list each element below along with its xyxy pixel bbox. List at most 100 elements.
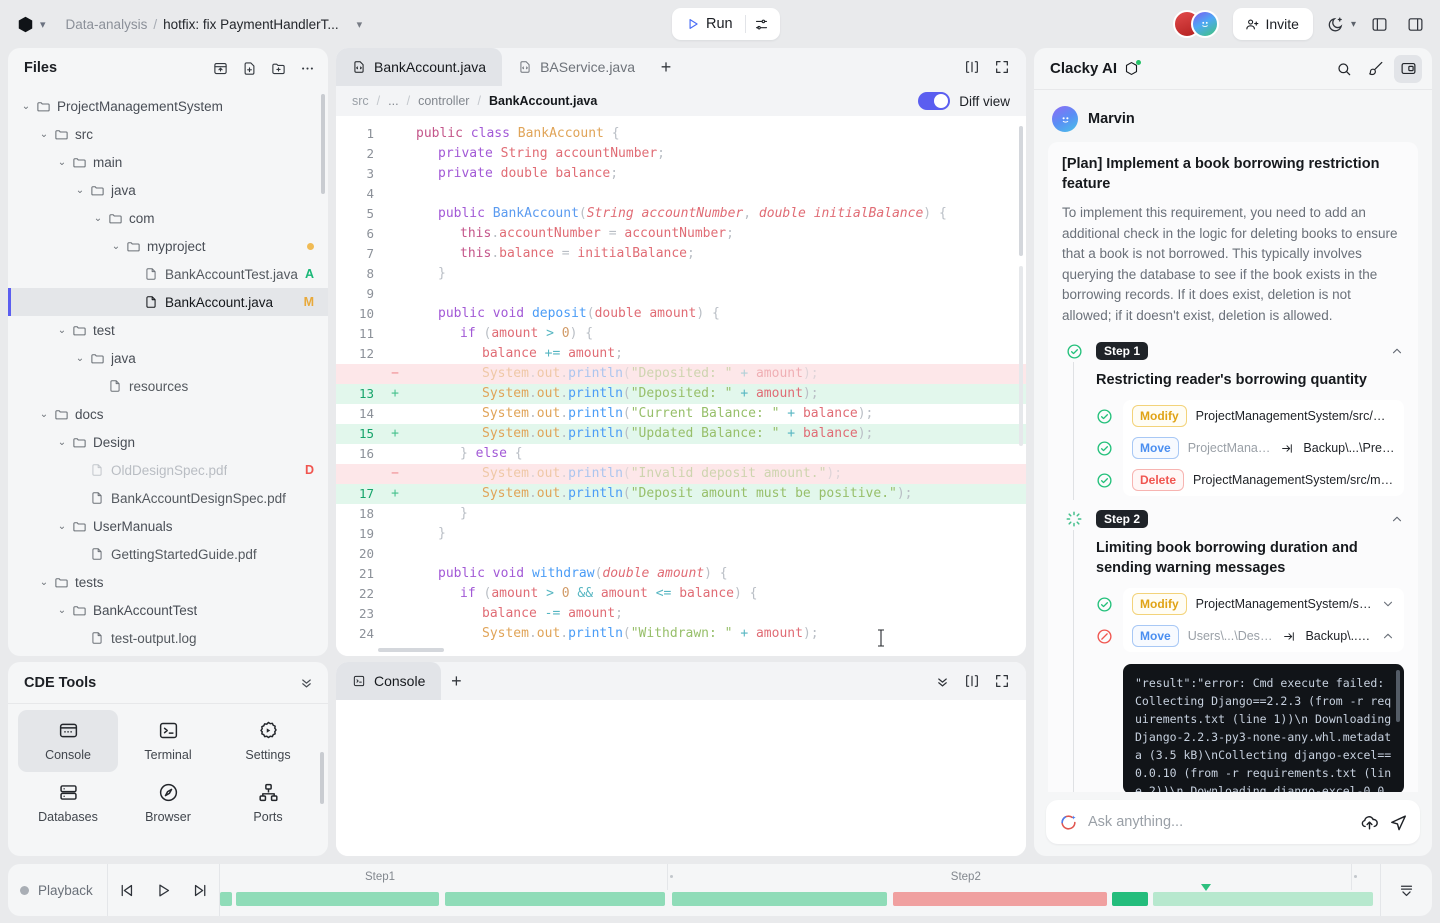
breadcrumb-branch[interactable]: hotfix: fix PaymentHandlerT... <box>163 17 339 32</box>
playback-timeline[interactable]: Step1 Step2 <box>220 864 1380 916</box>
cde-tools-scrollbar[interactable] <box>320 752 324 804</box>
ai-operation-card[interactable]: Delete ProjectManagementSystem/src/main/j… <box>1123 464 1404 496</box>
editor-breadcrumb-item[interactable]: controller <box>418 94 469 108</box>
code-line[interactable]: 21 public void withdraw(double amount) { <box>336 564 1026 584</box>
playback-segment[interactable] <box>236 892 440 906</box>
code-line[interactable]: 1 public class BankAccount { <box>336 124 1026 144</box>
playback-segment[interactable] <box>1152 892 1374 906</box>
code-line[interactable]: 2 private String accountNumber; <box>336 144 1026 164</box>
editor-tab-bankaccount-java[interactable]: BankAccount.java <box>336 48 503 86</box>
skip-back-icon[interactable] <box>118 882 135 899</box>
code-line[interactable]: 14 System.out.println("Current Balance: "… <box>336 404 1026 424</box>
code-line[interactable]: 24 System.out.println("Withdrawn: " + amo… <box>336 624 1026 644</box>
tree-folder-row[interactable]: ⌄ tests <box>8 568 328 596</box>
code-line[interactable]: 22 if (amount > 0 && amount <= balance) { <box>336 584 1026 604</box>
tree-file-row[interactable]: OldDesignSpec.pdf D <box>8 456 328 484</box>
editor-breadcrumb-item[interactable]: src <box>352 94 369 108</box>
chevron-down-icon[interactable]: ⌄ <box>36 409 52 420</box>
playback-segment[interactable] <box>672 892 887 906</box>
code-scrollbar-track[interactable] <box>1019 266 1023 446</box>
tree-file-row[interactable]: test-output.log <box>8 624 328 652</box>
chevron-down-icon[interactable]: ⌄ <box>108 241 124 252</box>
code-line[interactable]: 19} <box>336 524 1026 544</box>
tree-folder-row[interactable]: ⌄ docs <box>8 400 328 428</box>
skip-forward-icon[interactable] <box>192 882 209 899</box>
tree-file-row[interactable]: BankAccount.java M <box>8 288 328 316</box>
invite-button[interactable]: Invite <box>1232 8 1313 40</box>
code-line[interactable]: 7 this.balance = initialBalance; <box>336 244 1026 264</box>
chevron-down-icon[interactable]: ⌄ <box>54 605 70 616</box>
breadcrumb-project[interactable]: Data-analysis <box>66 17 148 32</box>
console-new-tab-button[interactable]: + <box>441 662 471 700</box>
theme-selector[interactable]: ▾ <box>1323 11 1356 37</box>
chevron-down-icon[interactable]: ⌄ <box>54 521 70 532</box>
ai-input-bar[interactable]: Ask anything... <box>1046 800 1420 844</box>
code-line[interactable]: 20 <box>336 544 1026 564</box>
tree-folder-row[interactable]: ⌄ ProjectManagementSystem <box>8 92 328 120</box>
editor-split-icon[interactable] <box>964 59 980 75</box>
playback-position-marker[interactable] <box>1201 884 1211 891</box>
cde-tool-databases[interactable]: Databases <box>18 772 118 834</box>
code-line[interactable]: 11 if (amount > 0) { <box>336 324 1026 344</box>
tree-folder-row[interactable]: ⌄ Design <box>8 428 328 456</box>
cde-tool-console[interactable]: Console <box>18 710 118 772</box>
tree-folder-row[interactable]: ⌄ main <box>8 148 328 176</box>
playback-segment[interactable] <box>220 892 232 906</box>
tree-file-row[interactable]: GettingStartedGuide.pdf <box>8 540 328 568</box>
tree-folder-row[interactable]: ⌄ BankAccountTest <box>8 596 328 624</box>
tree-folder-row[interactable]: ⌄ myproject <box>8 232 328 260</box>
upload-icon[interactable] <box>1360 813 1379 832</box>
cde-tool-ports[interactable]: Ports <box>218 772 318 834</box>
diff-view-toggle[interactable] <box>918 92 951 110</box>
chevron-up-icon[interactable] <box>1390 512 1404 526</box>
code-editor[interactable]: 1 public class BankAccount {2 private Stri… <box>336 116 1026 656</box>
ai-operation-row[interactable]: Modify ProjectManagementSystem/src/main/j… <box>1096 400 1404 432</box>
playback-segment[interactable] <box>892 892 1108 906</box>
ai-operation-row[interactable]: Move ProjectManage... Backup\...\Prese... <box>1096 432 1404 464</box>
editor-breadcrumb-item[interactable]: BankAccount.java <box>489 94 597 108</box>
code-scrollbar-vertical[interactable] <box>1019 126 1023 256</box>
code-line[interactable]: 16} else { <box>336 444 1026 464</box>
tree-folder-row[interactable]: ⌄ test <box>8 316 328 344</box>
terminal-scrollbar[interactable] <box>1396 670 1400 722</box>
code-line[interactable]: 6 this.accountNumber = accountNumber; <box>336 224 1026 244</box>
editor-new-tab-button[interactable]: + <box>651 48 681 86</box>
diff-view-toggle-group[interactable]: Diff view <box>918 92 1010 110</box>
avatar-ai[interactable] <box>1190 10 1219 38</box>
code-line[interactable]: 4 <box>336 184 1026 204</box>
tree-folder-row[interactable]: ⌄ com <box>8 204 328 232</box>
cde-collapse-icon[interactable] <box>299 675 314 690</box>
code-line[interactable]: 10 public void deposit(double amount) { <box>336 304 1026 324</box>
chevron-down-icon[interactable]: ⌄ <box>36 577 52 588</box>
new-file-icon[interactable] <box>240 59 258 77</box>
code-scrollbar-horizontal[interactable] <box>378 648 444 652</box>
breadcrumb-chevron-down-icon[interactable]: ▾ <box>357 18 363 31</box>
cde-tools-grid[interactable]: Console Terminal Settings Databases Browser P… <box>8 704 328 834</box>
chevron-down-icon[interactable]: ⌄ <box>18 101 34 112</box>
playback-segment[interactable] <box>1112 892 1148 906</box>
logo-cube-icon[interactable] <box>14 13 36 35</box>
tree-file-row[interactable]: BankAccountDesignSpec.pdf <box>8 484 328 512</box>
ai-operation-card[interactable]: Modify ProjectManagementSystem/src/m... <box>1123 588 1404 620</box>
ai-operation-row[interactable]: Delete ProjectManagementSystem/src/main/j… <box>1096 464 1404 496</box>
tree-folder-row[interactable]: ⌄ UserManuals <box>8 512 328 540</box>
code-line[interactable]: 3 private double balance; <box>336 164 1026 184</box>
code-line[interactable]: 23 balance -= amount; <box>336 604 1026 624</box>
editor-tabs[interactable]: BankAccount.java BAService.java + <box>336 48 1026 86</box>
code-line[interactable]: 17 + System.out.println("Deposit amount mu… <box>336 484 1026 504</box>
console-output[interactable] <box>336 700 1026 856</box>
editor-expand-icon[interactable] <box>994 59 1010 75</box>
console-collapse-icon[interactable] <box>935 674 950 689</box>
panel-left-toggle-icon[interactable] <box>1366 11 1392 37</box>
ai-operation-card[interactable]: Modify ProjectManagementSystem/src/main/j… <box>1123 400 1404 432</box>
theme-moon-icon[interactable] <box>1323 11 1349 37</box>
ai-terminal-output[interactable]: "result":"error: Cmd execute failed: Col… <box>1123 664 1404 792</box>
code-line[interactable]: − System.out.println("Invalid deposit amo… <box>336 464 1026 484</box>
playback-step-name[interactable]: Step1 <box>365 871 395 883</box>
search-icon[interactable] <box>1330 55 1358 83</box>
cde-tool-terminal[interactable]: Terminal <box>118 710 218 772</box>
chevron-down-icon[interactable]: ⌄ <box>90 213 106 224</box>
code-line[interactable]: 12 balance += amount; <box>336 344 1026 364</box>
send-icon[interactable] <box>1389 813 1408 832</box>
ai-conversation[interactable]: Marvin [Plan] Implement a book borrowing… <box>1034 90 1432 792</box>
